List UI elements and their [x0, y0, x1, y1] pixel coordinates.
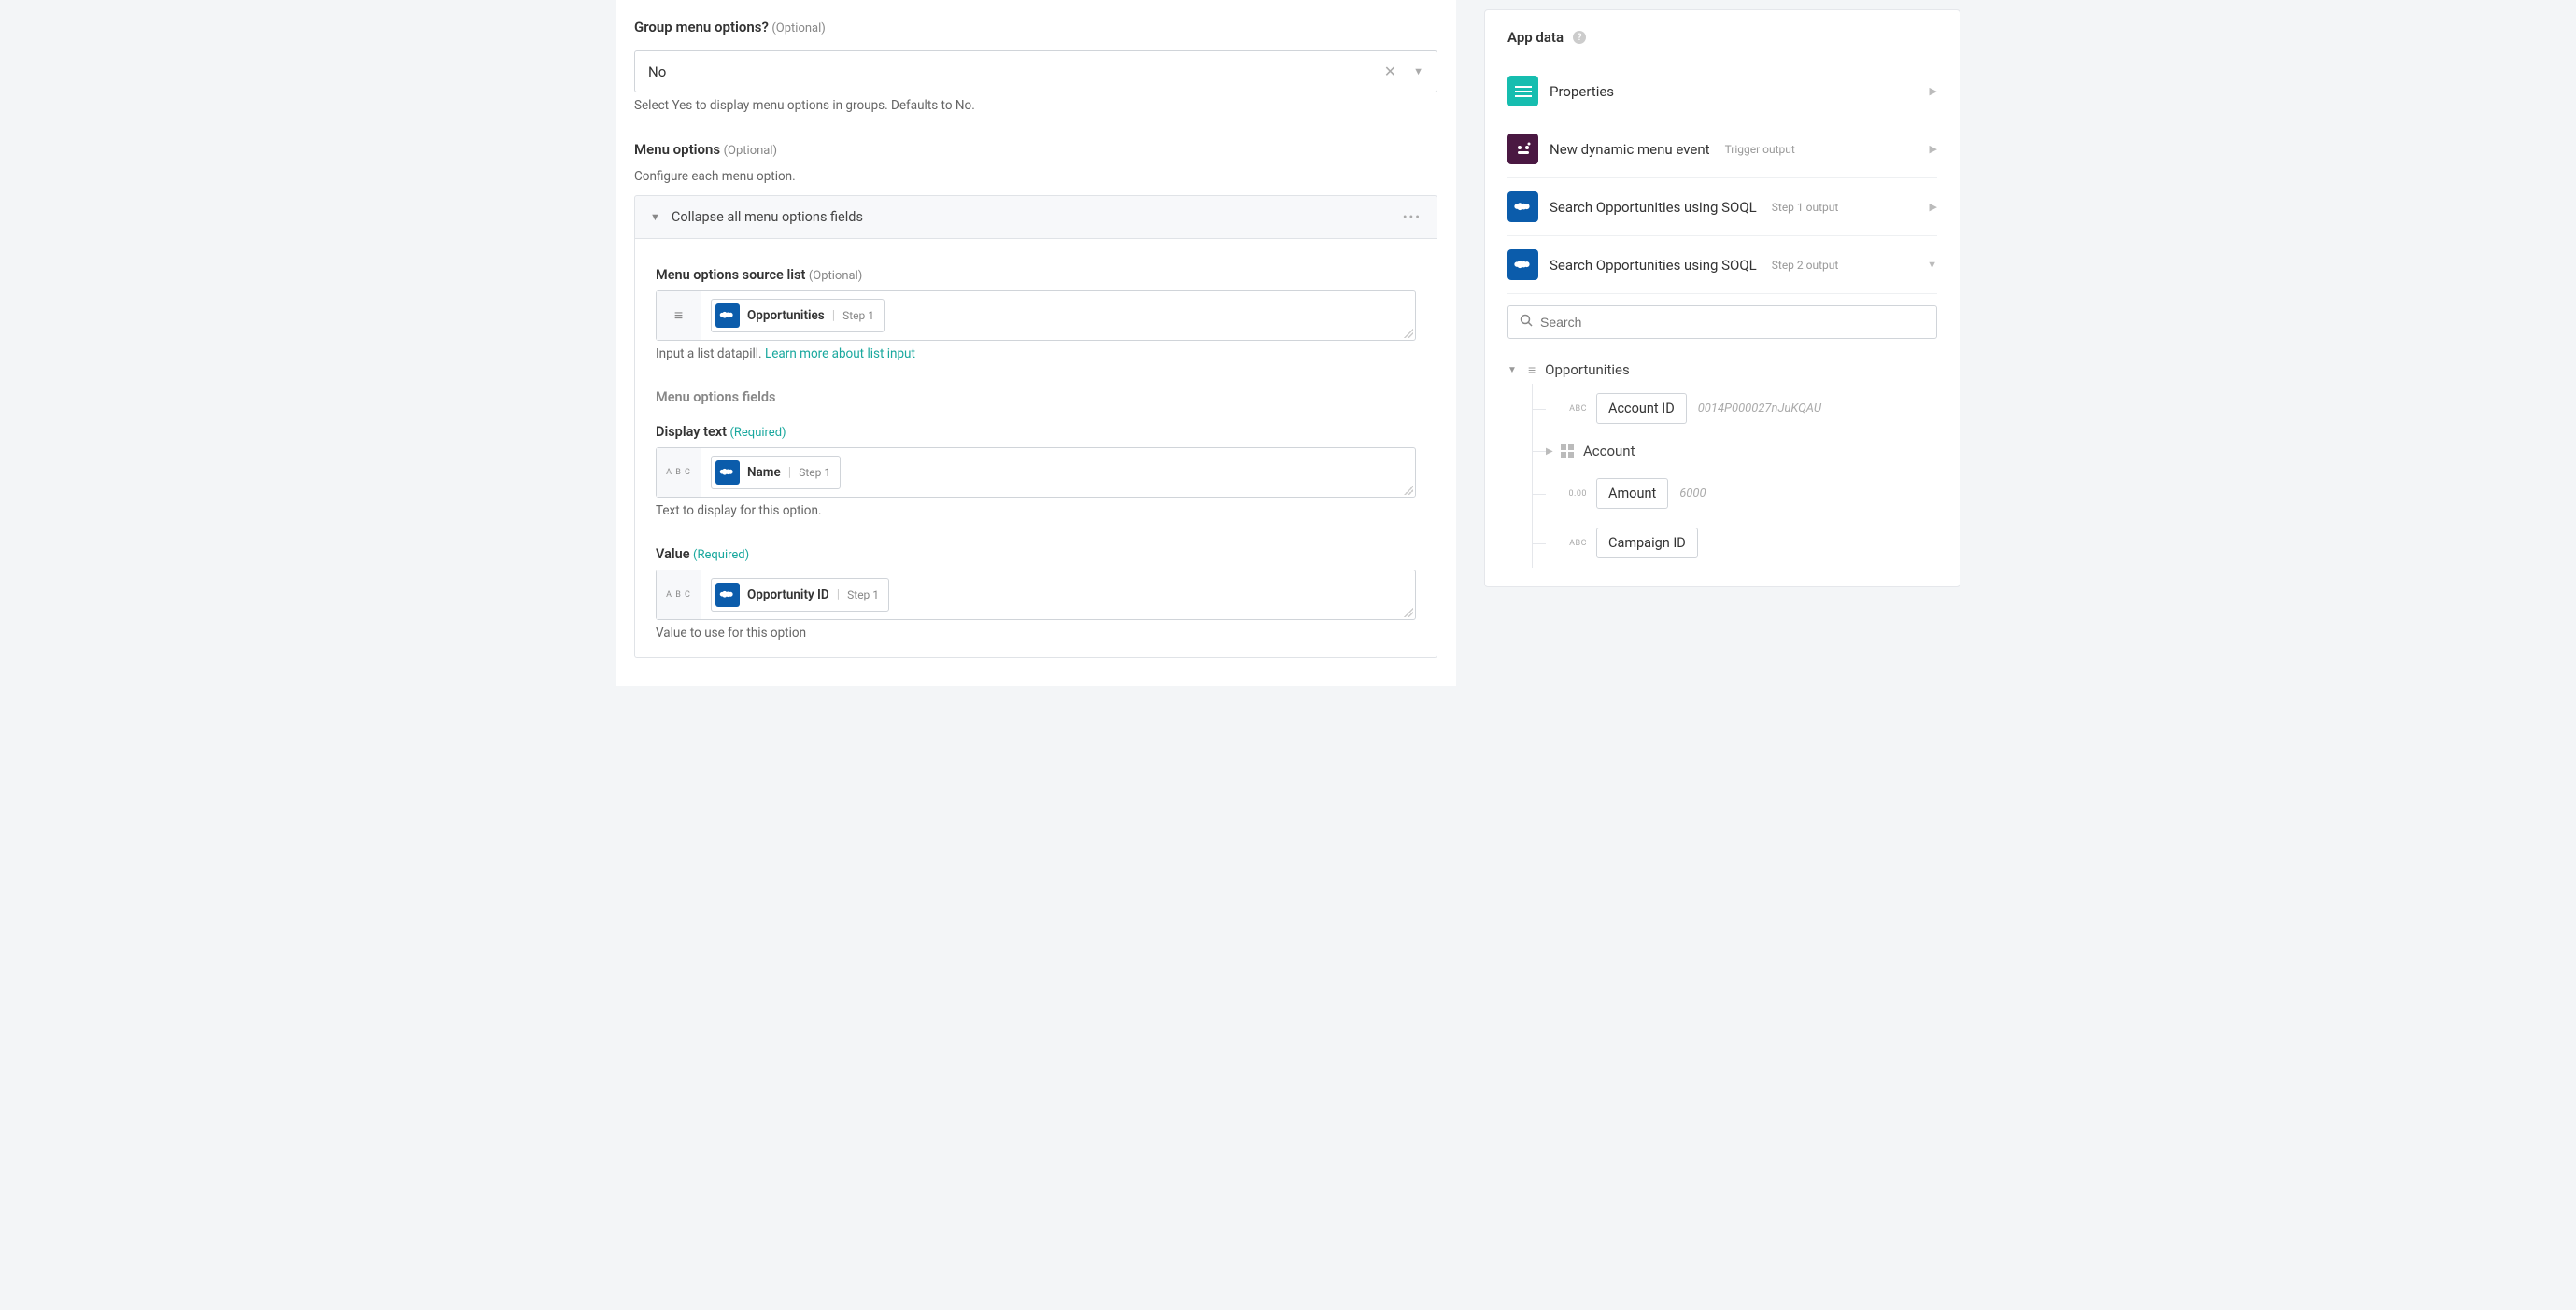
chevron-right-icon: ▶ — [1930, 85, 1937, 97]
group-menu-field: Group menu options? (Optional) No ✕ ▼ Se… — [634, 19, 1437, 113]
section-label: Menu options fields — [656, 389, 1416, 405]
tree-body: ABC Account ID 0014P000027nJuKQAU ▶ Acco… — [1532, 384, 1937, 568]
field-help: Text to display for this option. — [656, 503, 1416, 518]
field-label: Value — [656, 546, 690, 562]
type-tag: ABC — [1546, 404, 1587, 414]
field-help: Value to use for this option — [656, 626, 1416, 641]
value-input[interactable]: A B C Opportunity ID | Step 1 — [656, 570, 1416, 620]
field-sample: 0014P000027nJuKQAU — [1698, 401, 1821, 416]
data-source-step2[interactable]: Search Opportunities using SOQL Step 2 o… — [1507, 236, 1937, 294]
field-label: Menu options source list — [656, 267, 805, 283]
data-sub: Step 1 output — [1772, 201, 1839, 214]
field-sample: 6000 — [1679, 486, 1706, 500]
object-icon — [1561, 444, 1574, 458]
clear-icon[interactable]: ✕ — [1384, 63, 1396, 80]
field-help: Select Yes to display menu options in gr… — [634, 98, 1437, 113]
list-type-icon: ≡ — [657, 291, 701, 340]
field-help: Configure each menu option. — [634, 169, 1437, 184]
app-data-panel: App data ? Properties ▶ New dynamic menu… — [1484, 9, 1960, 587]
source-list-input[interactable]: ≡ Opportunities | Step 1 — [656, 290, 1416, 341]
chevron-down-icon[interactable]: ▼ — [1413, 65, 1423, 77]
data-source-properties[interactable]: Properties ▶ — [1507, 63, 1937, 120]
chevron-right-icon: ▶ — [1930, 201, 1937, 213]
data-label: Search Opportunities using SOQL — [1550, 257, 1757, 274]
field-pill[interactable]: Amount — [1596, 478, 1668, 509]
tree-root[interactable]: ▼ ≡ Opportunities — [1507, 356, 1937, 384]
field-label: Display text — [656, 424, 727, 440]
bot-icon — [1507, 134, 1538, 164]
field-label: Menu options — [634, 141, 720, 158]
list-icon: ≡ — [1528, 362, 1536, 378]
field-pill[interactable]: Account ID — [1596, 393, 1687, 424]
select-value: No — [648, 63, 1384, 80]
tree-field-campaign-id[interactable]: ABC Campaign ID — [1533, 518, 1937, 568]
display-text-field: Display text (Required) A B C Name | Ste… — [656, 424, 1416, 518]
text-type-icon: A B C — [657, 570, 701, 619]
required-tag: (Required) — [729, 426, 786, 440]
more-icon[interactable]: ••• — [1403, 210, 1422, 225]
source-list-field: Menu options source list (Optional) ≡ Op… — [656, 267, 1416, 361]
tree-field-account[interactable]: ▶ Account — [1533, 433, 1937, 469]
type-tag: 0.00 — [1546, 489, 1587, 499]
display-text-input[interactable]: A B C Name | Step 1 — [656, 447, 1416, 498]
pill-step: Step 1 — [799, 466, 830, 479]
data-tree: ▼ ≡ Opportunities ABC Account ID 0014P00… — [1507, 356, 1937, 568]
group-menu-select[interactable]: No ✕ ▼ — [634, 50, 1437, 92]
chevron-right-icon: ▶ — [1930, 143, 1937, 155]
resize-handle[interactable] — [1404, 608, 1413, 617]
salesforce-icon — [715, 303, 740, 328]
data-sub: Trigger output — [1725, 143, 1795, 156]
optional-tag: (Optional) — [771, 21, 825, 35]
data-source-trigger[interactable]: New dynamic menu event Trigger output ▶ — [1507, 120, 1937, 178]
field-pill[interactable]: Campaign ID — [1596, 528, 1698, 558]
field-label: Group menu options? — [634, 19, 769, 35]
help-icon[interactable]: ? — [1573, 31, 1586, 44]
search-icon — [1520, 314, 1533, 331]
pill-name: Name — [747, 465, 781, 480]
tree-field-amount[interactable]: 0.00 Amount 6000 — [1533, 469, 1937, 518]
chevron-down-icon: ▼ — [650, 211, 660, 223]
optional-tag: (Optional) — [724, 144, 777, 158]
salesforce-icon — [1507, 249, 1538, 280]
datapill-opportunities[interactable]: Opportunities | Step 1 — [711, 299, 885, 332]
type-tag: ABC — [1546, 539, 1587, 548]
collapse-title: Collapse all menu options fields — [672, 209, 1403, 225]
chevron-down-icon: ▼ — [1927, 259, 1937, 271]
main-form-panel: Group menu options? (Optional) No ✕ ▼ Se… — [616, 0, 1456, 686]
salesforce-icon — [715, 460, 740, 485]
pill-name: Opportunity ID — [747, 587, 829, 602]
data-label: Search Opportunities using SOQL — [1550, 199, 1757, 216]
learn-more-link[interactable]: Learn more about list input — [765, 346, 915, 361]
optional-tag: (Optional) — [809, 269, 862, 283]
pill-step: Step 1 — [847, 588, 879, 601]
field-name: Account — [1583, 443, 1635, 459]
data-sub: Step 2 output — [1772, 259, 1839, 272]
search-box[interactable] — [1507, 305, 1937, 339]
value-field: Value (Required) A B C Opportunity ID | … — [656, 546, 1416, 641]
resize-handle[interactable] — [1404, 329, 1413, 338]
salesforce-icon — [715, 583, 740, 607]
datapill-name[interactable]: Name | Step 1 — [711, 456, 841, 489]
tree-title: Opportunities — [1545, 361, 1630, 378]
menu-options-field: Menu options (Optional) Configure each m… — [634, 141, 1437, 184]
resize-handle[interactable] — [1404, 486, 1413, 495]
required-tag: (Required) — [693, 548, 749, 562]
search-input[interactable] — [1540, 315, 1925, 330]
field-help: Input a list datapill. Learn more about … — [656, 346, 1416, 361]
chevron-right-icon[interactable]: ▶ — [1546, 446, 1555, 457]
data-label: Properties — [1550, 83, 1614, 100]
sidebar-title: App data ? — [1507, 29, 1937, 46]
pill-step: Step 1 — [842, 309, 874, 322]
data-source-step1[interactable]: Search Opportunities using SOQL Step 1 o… — [1507, 178, 1937, 236]
tree-field-account-id[interactable]: ABC Account ID 0014P000027nJuKQAU — [1533, 384, 1937, 433]
collapse-body: Menu options source list (Optional) ≡ Op… — [634, 239, 1437, 658]
datapill-opportunity-id[interactable]: Opportunity ID | Step 1 — [711, 578, 889, 612]
text-type-icon: A B C — [657, 448, 701, 497]
properties-icon — [1507, 76, 1538, 106]
pill-name: Opportunities — [747, 308, 825, 323]
collapse-header[interactable]: ▼ Collapse all menu options fields ••• — [634, 195, 1437, 239]
salesforce-icon — [1507, 191, 1538, 222]
data-label: New dynamic menu event — [1550, 141, 1710, 158]
chevron-down-icon: ▼ — [1507, 365, 1519, 375]
